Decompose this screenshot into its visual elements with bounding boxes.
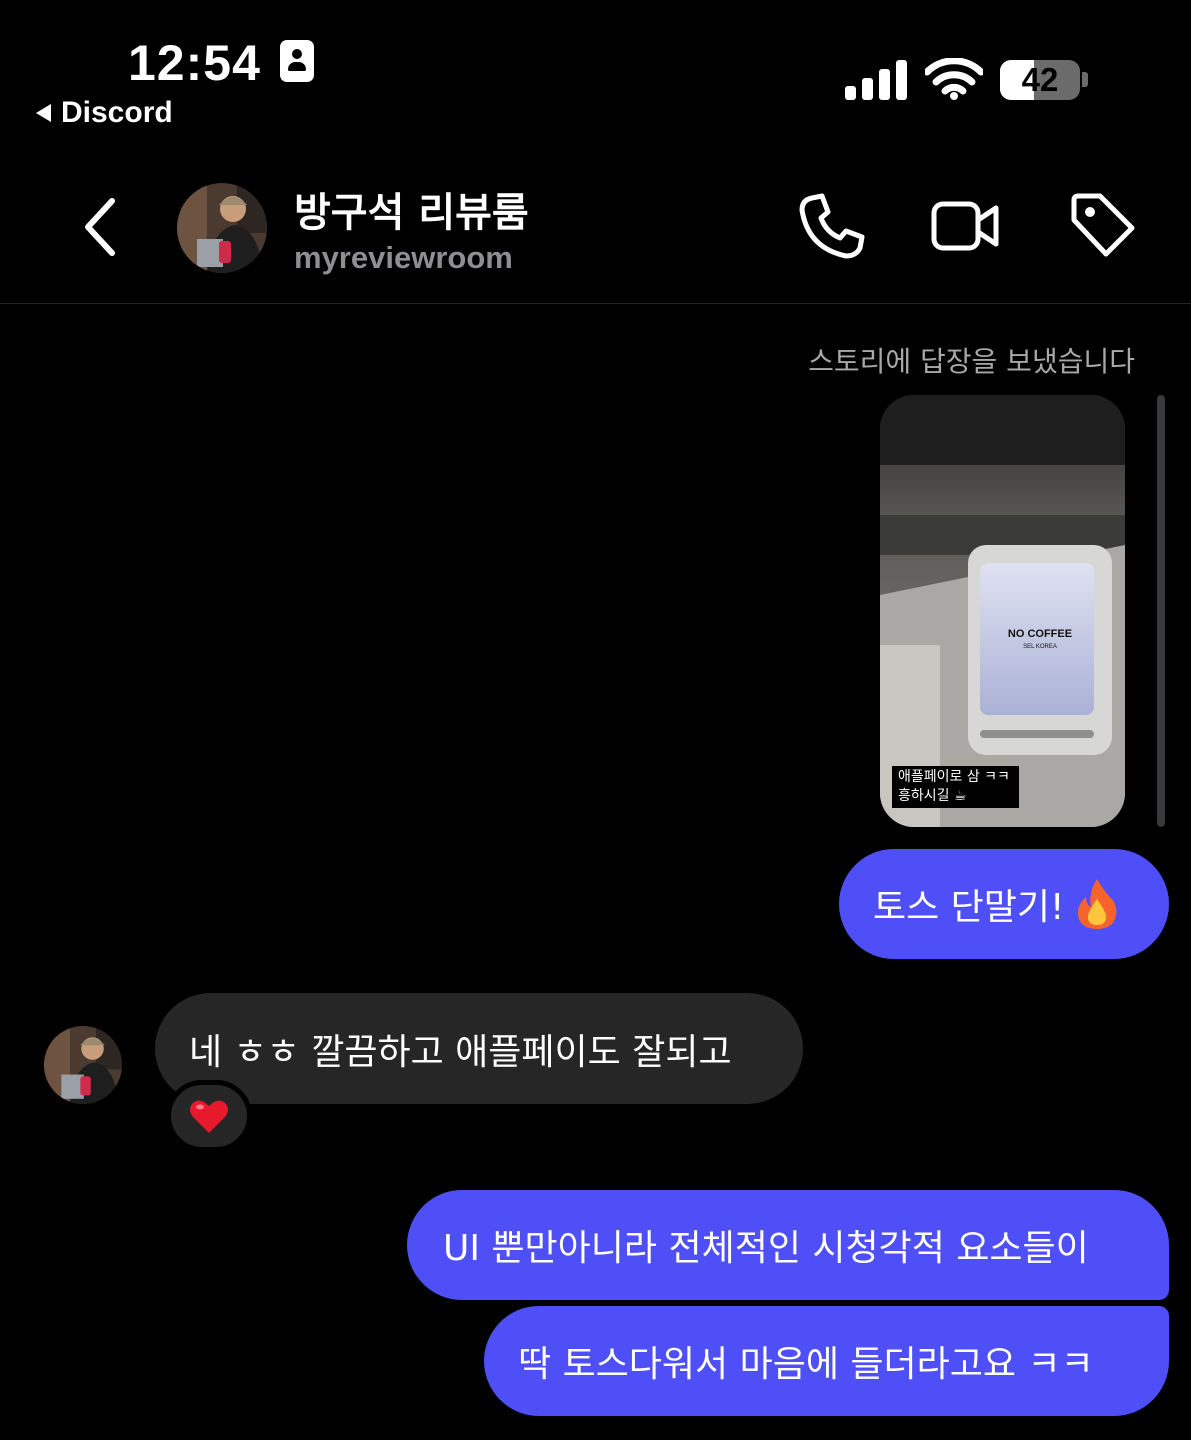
sender-avatar[interactable] [44, 1026, 122, 1104]
story-caption-line1: 애플페이로 삼 ㅋㅋ [898, 769, 1010, 785]
heart-icon [190, 1100, 228, 1133]
tag-icon[interactable] [1066, 190, 1138, 262]
scrollbar[interactable] [1157, 395, 1165, 827]
story-caption: 애플페이로 삼 ㅋㅋ 흥하시길 ☕ [892, 766, 1019, 808]
back-triangle-icon [36, 104, 51, 122]
wifi-icon [925, 58, 983, 100]
message-bubble-outgoing[interactable]: 토스 단말기! [839, 849, 1169, 959]
back-to-app-button[interactable]: Discord [36, 96, 173, 130]
contact-name[interactable]: 방구석 리뷰룸 [294, 180, 529, 238]
header-divider [0, 303, 1191, 304]
battery-cap [1082, 72, 1088, 87]
back-app-label: Discord [61, 96, 173, 129]
story-caption-line2: 흥하시길 ☕ [898, 788, 967, 804]
battery-indicator: 42 [1000, 60, 1080, 100]
story-reply-note: 스토리에 답장을 보냈습니다 [808, 345, 1135, 378]
message-bubble-outgoing[interactable]: 딱 토스다워서 마음에 들더라고요 ㅋㅋ [484, 1306, 1169, 1416]
contact-username[interactable]: myreviewroom [294, 240, 513, 276]
phone-icon[interactable] [796, 190, 868, 262]
fire-emoji-icon [1078, 879, 1117, 929]
video-camera-icon[interactable] [928, 190, 1000, 262]
message-text: 토스 단말기! [873, 887, 1065, 928]
story-thumbnail[interactable] [880, 395, 1125, 827]
status-time: 12:54 [128, 35, 261, 91]
message-text: 네 ㅎㅎ 깔끔하고 애플페이도 잘되고 [189, 1031, 732, 1073]
message-text: UI 뿐만아니라 전체적인 시청각적 요소들이 [443, 1228, 1089, 1269]
id-badge-icon [280, 40, 314, 82]
cellular-signal-icon [845, 60, 907, 100]
message-text: 딱 토스다워서 마음에 들더라고요 ㅋㅋ [518, 1344, 1094, 1385]
story-sign-sub: SEL KOREA [1023, 644, 1057, 650]
message-reaction[interactable] [166, 1080, 252, 1152]
message-bubble-incoming[interactable]: 네 ㅎㅎ 깔끔하고 애플페이도 잘되고 [155, 993, 803, 1104]
story-sign-text: NO COFFEE [1007, 628, 1073, 640]
battery-percent: 42 [1021, 61, 1059, 98]
back-chevron-icon[interactable] [78, 195, 122, 259]
message-bubble-outgoing[interactable]: UI 뿐만아니라 전체적인 시청각적 요소들이 [407, 1190, 1169, 1300]
avatar[interactable] [177, 183, 267, 273]
